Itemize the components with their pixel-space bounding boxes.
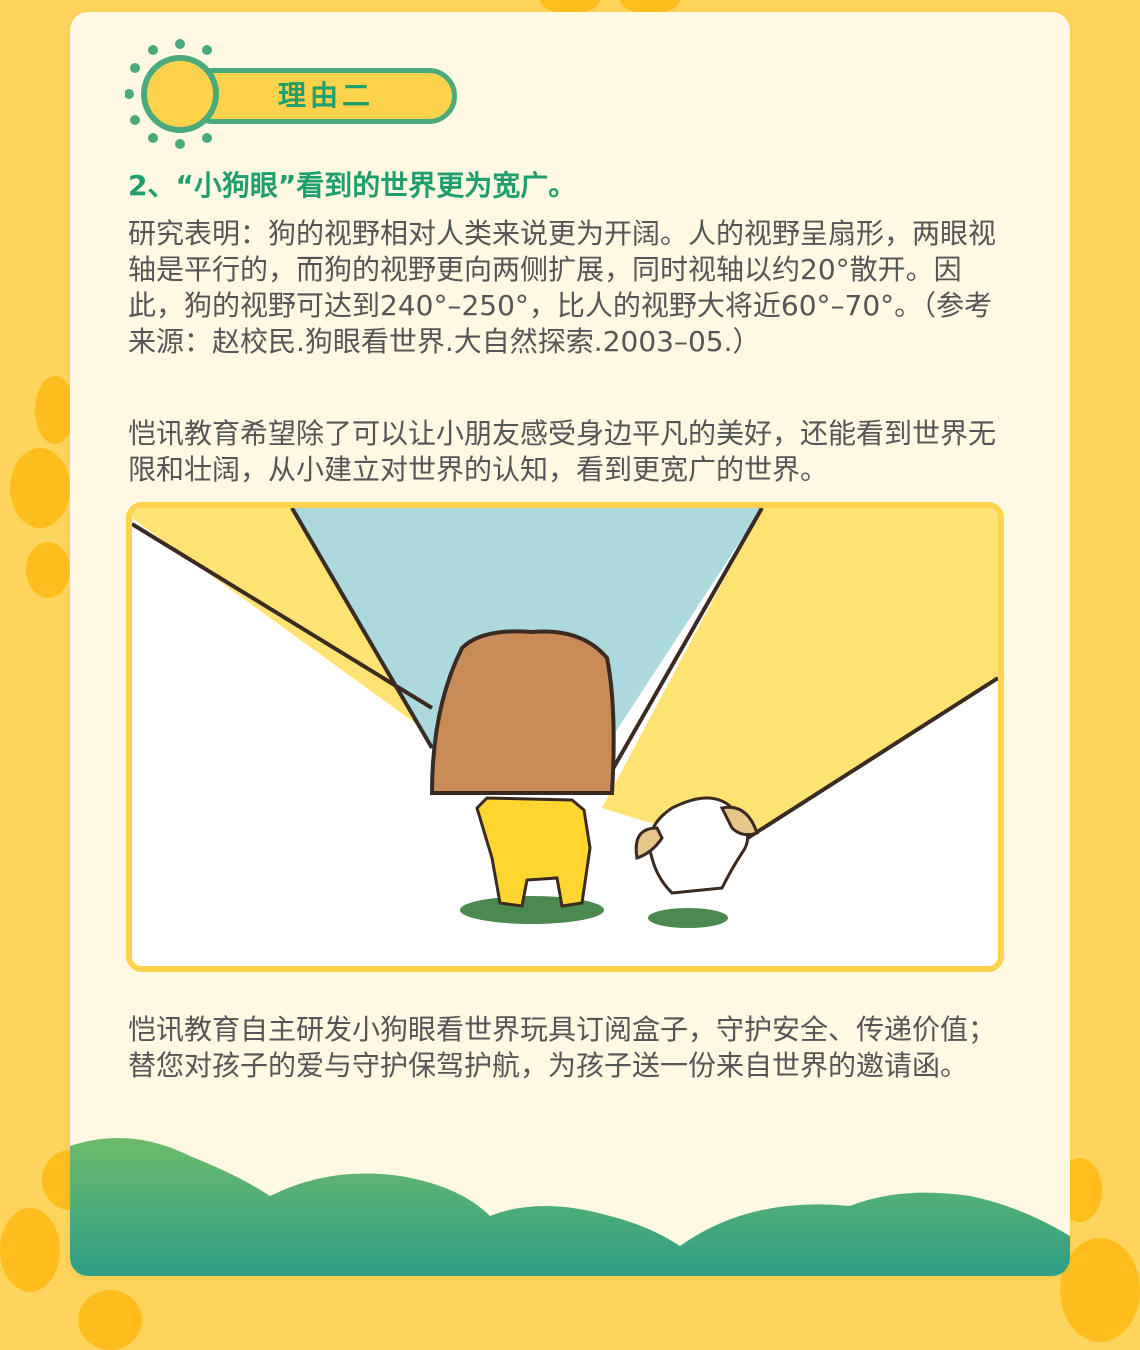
illustration-frame bbox=[126, 502, 1004, 972]
grass-hills bbox=[70, 1138, 1070, 1276]
product-paragraph: 恺讯教育自主研发小狗眼看世界玩具订阅盒子，守护安全、传递价值； 替您对孩子的爱与… bbox=[128, 1012, 1000, 1084]
product-line-2: 替您对孩子的爱与守护保驾护航，为孩子送一份来自世界的邀请函。 bbox=[128, 1049, 969, 1082]
content-card: 理由二 2、“小狗眼”看到的世界更为宽广。 研究表明：狗的视野相对人类来说更为开… bbox=[70, 12, 1070, 1276]
section-heading: 2、“小狗眼”看到的世界更为宽广。 bbox=[128, 169, 577, 202]
mission-paragraph: 恺讯教育希望除了可以让小朋友感受身边平凡的美好，还能看到世界无限和壮阔，从小建立… bbox=[128, 417, 997, 486]
research-paragraph: 研究表明：狗的视野相对人类来说更为开阔。人的视野呈扇形，两眼视轴是平行的，而狗的… bbox=[128, 217, 997, 358]
product-line-1: 恺讯教育自主研发小狗眼看世界玩具订阅盒子，守护安全、传递价值； bbox=[128, 1013, 997, 1046]
illustration-girl-and-dog bbox=[132, 508, 998, 966]
section-badge: 理由二 bbox=[125, 38, 465, 158]
badge-label: 理由二 bbox=[277, 79, 374, 112]
